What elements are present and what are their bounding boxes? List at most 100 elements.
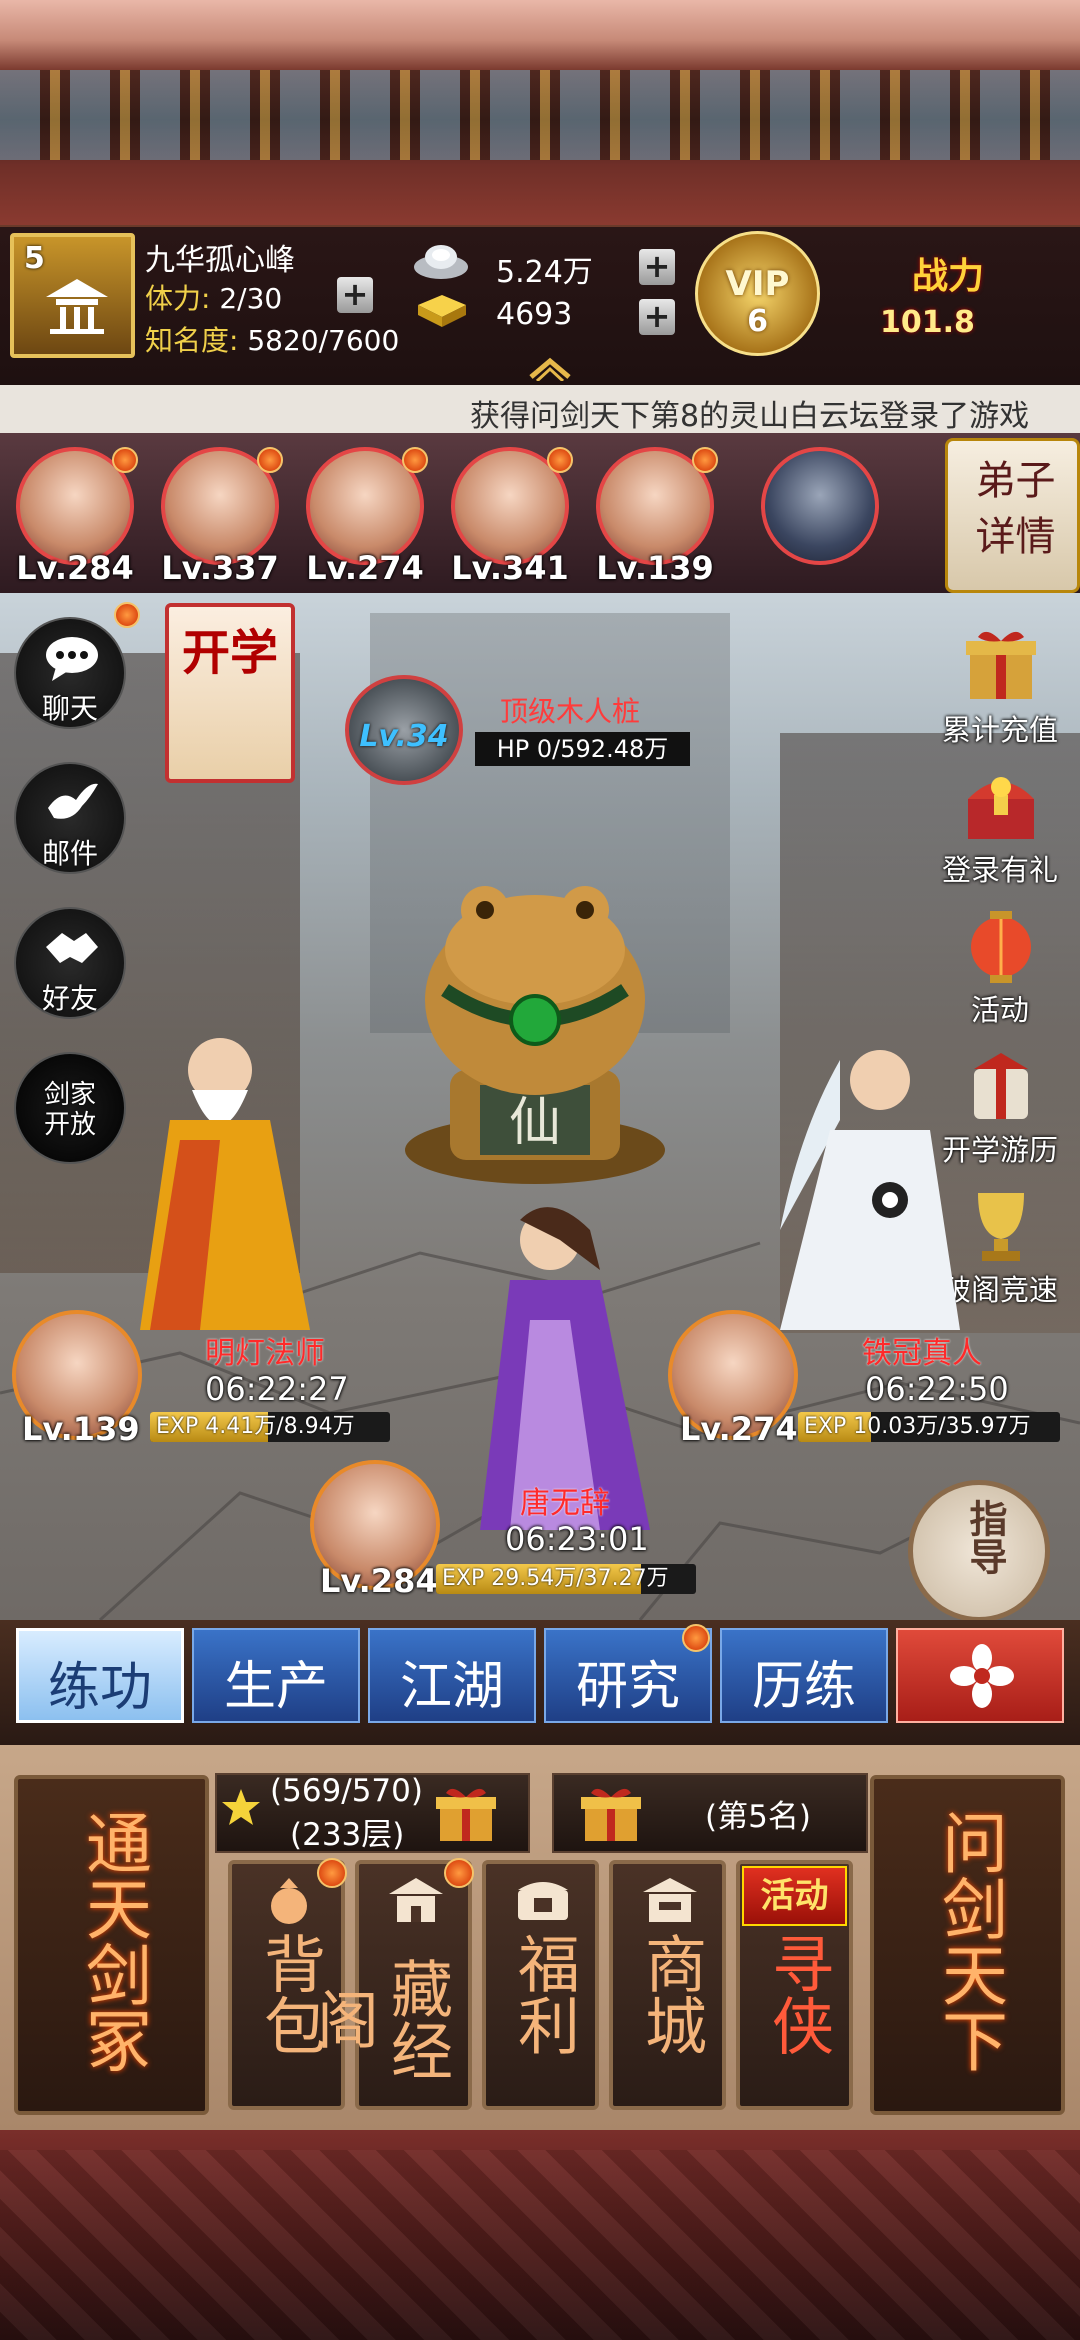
chevron-up-icon[interactable] (525, 355, 575, 381)
sword-tomb-label: 通天剑冢 (75, 1809, 152, 2073)
disciple-slot[interactable]: Lv.341 (445, 447, 575, 587)
chat-bubble-icon (46, 637, 98, 681)
ticker-message: 获得问剑天下第8的灵山白云坛登录了游戏 (470, 399, 1030, 433)
activity-button[interactable]: 活动 (920, 905, 1080, 1035)
tab-more[interactable] (896, 1628, 1064, 1723)
disciple-slot[interactable]: Lv.337 (155, 447, 285, 587)
library-label: 藏经阁 (306, 1957, 453, 2081)
tab-experience[interactable]: 历练 (720, 1628, 888, 1723)
shop-button[interactable]: 商城 (609, 1860, 726, 2110)
player-name: 九华孤心峰 (145, 243, 295, 278)
unit-timer-right: 06:22:50 (865, 1370, 1009, 1408)
bag-button[interactable]: 背包 (228, 1858, 347, 2110)
toad-plate-char: 仙 (509, 1093, 561, 1153)
mail-button[interactable]: 邮件 (14, 762, 126, 874)
mail-label: 邮件 (41, 837, 98, 870)
tab-train[interactable]: 练功 (16, 1628, 184, 1723)
boss-level: Lv.34 (359, 719, 449, 754)
guide-label: 指导 (963, 1499, 1008, 1575)
handshake-icon (46, 933, 98, 963)
tab-jianghu[interactable]: 江湖 (368, 1628, 536, 1723)
fame-value: 5820/7600 (247, 324, 400, 357)
bottom-panel: 通天剑冢 问剑天下 (569/570) (233层) (第5名) 背包 藏经阁 … (0, 1745, 1080, 2130)
disciple-slot[interactable] (755, 447, 885, 587)
stamina-value: 2/30 (219, 282, 283, 315)
rank-value: (第5名) (705, 1799, 811, 1835)
flower-ornament-icon (950, 1644, 1014, 1708)
welfare-label: 福利 (507, 1932, 580, 2056)
tab-research-label: 研究 (575, 1657, 680, 1717)
pavilion-icon (46, 279, 108, 334)
unit-level-left: Lv.139 (22, 1410, 140, 1448)
disciple-level: Lv.139 (596, 549, 714, 587)
seek-hero-button[interactable]: 活动 寻侠 (736, 1860, 853, 2110)
roof-decoration (0, 70, 1080, 160)
tower-floor: (233层) (290, 1817, 405, 1853)
recharge-reward-button[interactable]: 累计充值 (920, 625, 1080, 755)
unit-level-center: Lv.284 (320, 1562, 438, 1600)
vip-level: 6 (747, 304, 768, 339)
chat-button[interactable]: 聊天 (14, 617, 126, 729)
disciple-detail-label: 弟子详情 (975, 458, 1056, 560)
unit-name-left: 明灯法师 (205, 1336, 325, 1371)
notification-dot (257, 447, 283, 473)
vip-badge[interactable]: VIP 6 (695, 231, 820, 356)
boss-avatar[interactable]: Lv.34 (345, 675, 463, 785)
sword-world-button[interactable]: 问剑天下 (870, 1775, 1065, 2115)
exp-bar-right: EXP 10.03万/35.97万 (798, 1412, 1060, 1442)
friends-label: 好友 (41, 982, 98, 1015)
notification-dot (682, 1624, 710, 1652)
tab-jianghu-label: 江湖 (399, 1657, 504, 1717)
combat-power-value: 101.8 (880, 305, 975, 340)
shop-icon (643, 1878, 697, 1922)
add-gold-button[interactable]: + (639, 299, 675, 335)
exp-bar-left: EXP 4.41万/8.94万 (150, 1412, 390, 1442)
notification-dot (547, 447, 573, 473)
disciple-detail-button[interactable]: 弟子详情 (945, 438, 1080, 593)
taoist-character (780, 1050, 960, 1330)
disciple-level: Lv.274 (306, 549, 424, 587)
welfare-button[interactable]: 福利 (482, 1860, 599, 2110)
disciple-level: Lv.284 (16, 549, 134, 587)
unit-timer-center: 06:23:01 (505, 1520, 649, 1558)
boss-hp-bar: HP 0/592.48万 (475, 732, 690, 766)
tab-train-label: 练功 (47, 1658, 152, 1718)
notification-dot (402, 447, 428, 473)
activity-label: 活动 (970, 993, 1029, 1027)
seek-hero-label: 寻侠 (761, 1932, 834, 2056)
login-gift-button[interactable]: 登录有礼 (920, 765, 1080, 895)
sect-badge[interactable]: 5 (10, 233, 135, 358)
notification-dot (692, 447, 718, 473)
footer-pattern (0, 2150, 1080, 2340)
school-open-banner[interactable]: 开学 (165, 603, 295, 783)
sword-tomb-button[interactable]: 通天剑冢 (14, 1775, 209, 2115)
guide-button[interactable]: 指导 (908, 1480, 1050, 1622)
disciple-slot[interactable]: Lv.274 (300, 447, 430, 587)
pavilion-icon (389, 1878, 443, 1922)
fame-label: 知名度: (145, 324, 239, 357)
school-open-label: 开学 (181, 625, 278, 681)
recharge-label: 累计充值 (941, 713, 1058, 747)
sword-world-label: 问剑天下 (931, 1809, 1008, 2073)
dove-icon (48, 783, 98, 819)
disciple-level: Lv.341 (451, 549, 569, 587)
vip-label: VIP (725, 264, 790, 304)
add-silver-button[interactable]: + (639, 249, 675, 285)
disciple-slot[interactable]: Lv.284 (10, 447, 140, 587)
player-panel: 5 九华孤心峰 体力: 2/30 + 知名度: 5820/7600 5.24万 (0, 225, 1080, 385)
gift-box-icon[interactable] (575, 1783, 647, 1845)
gift-box-icon[interactable] (430, 1783, 502, 1845)
notification-dot (444, 1858, 474, 1888)
login-gift-label: 登录有礼 (941, 853, 1058, 887)
shop-label: 商城 (634, 1932, 707, 2056)
boss-hp-text: HP 0/592.48万 (496, 735, 669, 763)
disciple-slot[interactable]: Lv.139 (590, 447, 720, 587)
friends-button[interactable]: 好友 (14, 907, 126, 1019)
exp-text-right: EXP 10.03万/35.97万 (804, 1414, 1031, 1439)
news-ticker: 获得问剑天下第8的灵山白云坛登录了游戏 (0, 385, 1080, 433)
tab-produce[interactable]: 生产 (192, 1628, 360, 1723)
library-button[interactable]: 藏经阁 (306, 1858, 474, 2110)
exp-bar-center: EXP 29.54万/37.27万 (436, 1564, 696, 1594)
add-stamina-button[interactable]: + (337, 277, 373, 313)
star-icon (222, 1789, 260, 1825)
